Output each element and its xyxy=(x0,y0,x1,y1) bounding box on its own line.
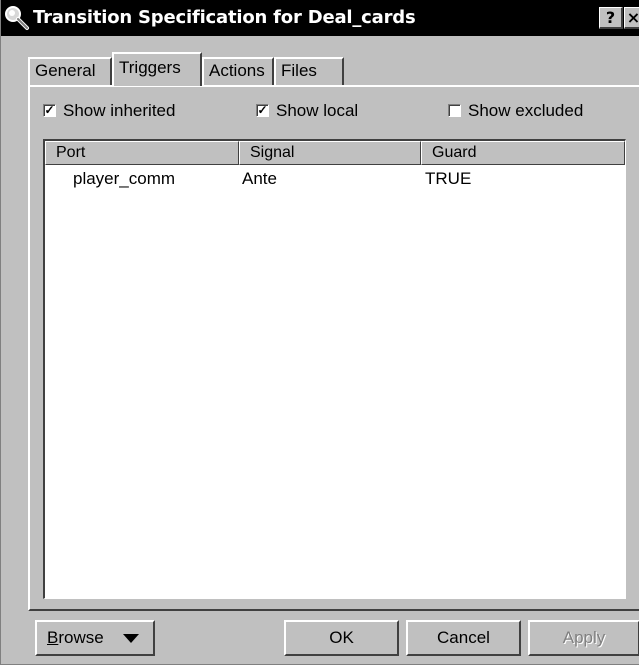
show-local-box[interactable]: ✓ xyxy=(256,104,269,117)
cell-guard: TRUE xyxy=(425,169,472,188)
cancel-button[interactable]: Cancel xyxy=(406,620,521,656)
cell-signal: Ante xyxy=(242,169,277,188)
tab-general[interactable]: General xyxy=(28,57,112,85)
close-button[interactable]: × xyxy=(624,7,639,29)
ok-button[interactable]: OK xyxy=(284,620,399,656)
title-bar[interactable]: Transition Specification for Deal_cards … xyxy=(1,0,639,36)
help-button[interactable]: ? xyxy=(599,7,623,29)
browse-button[interactable]: Browse xyxy=(35,620,155,656)
window-title: Transition Specification for Deal_cards xyxy=(33,7,416,28)
apply-button[interactable]: Apply xyxy=(528,620,639,656)
column-header-signal[interactable]: Signal xyxy=(239,141,421,165)
dropdown-arrow-icon xyxy=(123,634,139,643)
magnifier-icon xyxy=(3,4,31,32)
cell-port: player_comm xyxy=(73,169,176,188)
show-inherited-box[interactable]: ✓ xyxy=(43,104,56,117)
column-header-guard[interactable]: Guard xyxy=(421,141,625,165)
show-local-label: Show local xyxy=(276,101,359,120)
triggers-list[interactable]: Port Signal Guard player_comm Ante TRUE xyxy=(43,139,626,599)
browse-label: rowse xyxy=(58,628,104,647)
show-excluded-label: Show excluded xyxy=(468,101,584,120)
browse-mnemonic: B xyxy=(47,628,59,647)
show-inherited-label: Show inherited xyxy=(63,101,176,120)
show-excluded-box[interactable] xyxy=(448,104,461,117)
dialog-window: Transition Specification for Deal_cards … xyxy=(0,0,639,665)
tab-triggers[interactable]: Triggers xyxy=(112,52,202,86)
tab-files[interactable]: Files xyxy=(274,57,344,85)
tab-actions[interactable]: Actions xyxy=(202,57,274,85)
column-header-port[interactable]: Port xyxy=(45,141,239,165)
